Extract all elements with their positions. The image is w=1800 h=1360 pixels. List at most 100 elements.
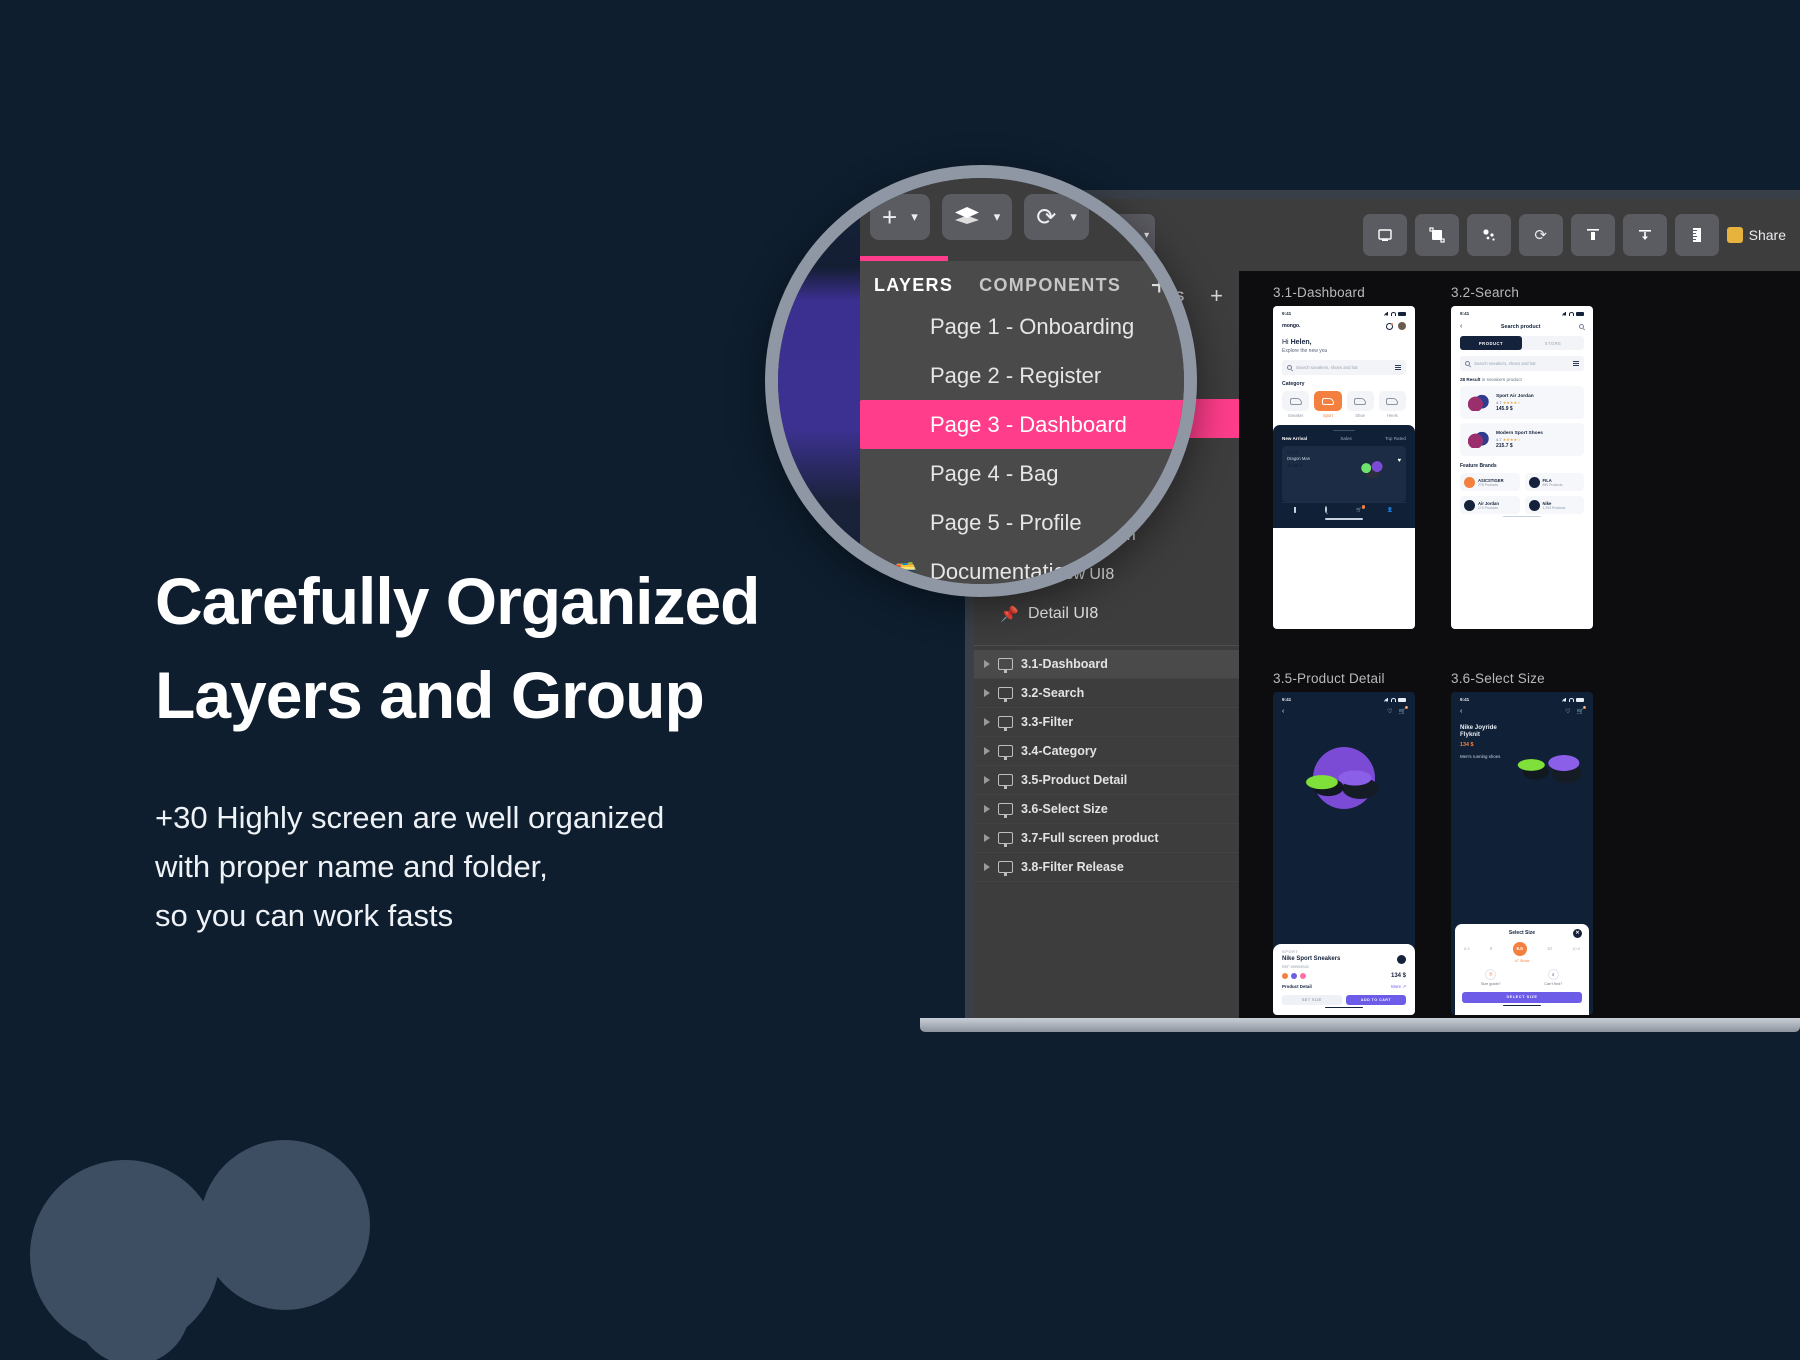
magnified-tab-components[interactable]: COMPONENTS: [979, 275, 1121, 296]
category-sneaker[interactable]: Sneaker: [1282, 391, 1310, 418]
chevron-right-icon[interactable]: [984, 718, 990, 726]
layer-row-3-3[interactable]: 3.3-Filter: [974, 708, 1239, 737]
search-input[interactable]: Search sneakers, shoes and hat: [1282, 360, 1406, 375]
layer-row-3-8[interactable]: 3.8-Filter Release: [974, 853, 1239, 882]
chevron-right-icon[interactable]: [984, 747, 990, 755]
notification-icon[interactable]: [1386, 322, 1393, 330]
body-line-1: +30 Highly screen are well organized: [155, 800, 665, 836]
brand-asicstiger[interactable]: ASICSTIGER 278 Products: [1460, 473, 1520, 491]
segment-store[interactable]: STORE: [1522, 336, 1584, 350]
ruler-button[interactable]: [1674, 214, 1719, 256]
size-option-9[interactable]: 9: [1490, 946, 1493, 951]
magnified-page-item-5[interactable]: Page 5 - Profile: [860, 498, 1184, 547]
brand-air-jordan[interactable]: Air Jordan 174 Products: [1460, 496, 1520, 514]
set-size-button[interactable]: SET SIZE: [1282, 994, 1342, 1005]
brand-row: mongo.: [1273, 318, 1415, 334]
add-to-cart-button[interactable]: ADD TO CART: [1346, 994, 1406, 1005]
favorite-icon[interactable]: ♡: [1565, 708, 1570, 715]
size-option-8-5[interactable]: 8.5: [1464, 946, 1470, 951]
frame-search[interactable]: 3.2-Search 9:41 ‹ Search product PRODUCT…: [1451, 285, 1593, 629]
nav-profile-icon[interactable]: 👤: [1387, 507, 1394, 514]
magnified-page-item-3-selected[interactable]: Page 3 - Dashboard: [860, 400, 1184, 449]
magnified-tab-layers[interactable]: LAYERS: [874, 275, 953, 296]
decor-circle-2: [200, 1140, 370, 1310]
nav-home-icon[interactable]: [1294, 507, 1301, 514]
search-icon[interactable]: [1578, 324, 1584, 329]
magnified-add-button[interactable]: + ▾: [870, 194, 930, 240]
brand-nike[interactable]: Nike 1,293 Products: [1524, 496, 1584, 514]
align-top-button[interactable]: [1570, 214, 1615, 256]
magnified-refresh-button[interactable]: ⟳ ▾: [1024, 194, 1089, 240]
page-item-detail-ui8[interactable]: 📌 Detail UI8: [974, 594, 1239, 633]
category-shoe[interactable]: Shoe: [1346, 391, 1374, 418]
tab-new-arrival[interactable]: New Arrival: [1282, 436, 1307, 441]
favorite-icon[interactable]: ♥: [1397, 458, 1401, 464]
back-icon[interactable]: ‹: [1460, 708, 1462, 715]
nav-search-icon[interactable]: [1325, 506, 1332, 514]
product-hero: [1273, 715, 1415, 840]
design-canvas[interactable]: 3.1-Dashboard 9:41 mongo. Hi Helen, Expl…: [1239, 271, 1800, 1030]
magnified-page-item-1[interactable]: Page 1 - Onboarding: [860, 302, 1184, 351]
size-guide-option[interactable]: ◎ Size guide?: [1462, 968, 1520, 986]
box-icon: 🗃️: [892, 561, 918, 583]
artboard-button[interactable]: [1362, 214, 1407, 256]
layer-row-3-1[interactable]: 3.1-Dashboard: [974, 650, 1239, 679]
back-icon[interactable]: ‹: [1460, 323, 1462, 330]
chevron-right-icon[interactable]: [984, 834, 990, 842]
magnified-layers-button[interactable]: ▾: [941, 194, 1013, 240]
detail-more-link[interactable]: More ↗: [1391, 984, 1406, 990]
layer-row-3-4[interactable]: 3.4-Category: [974, 737, 1239, 766]
close-icon[interactable]: ✕: [1573, 928, 1582, 938]
tab-top-rated[interactable]: Top Rated: [1385, 436, 1406, 441]
size-option-9-5-selected[interactable]: 9.5: [1512, 941, 1527, 956]
share-button[interactable]: Share: [1726, 227, 1786, 243]
swatch-pink[interactable]: [1300, 972, 1306, 979]
layer-row-3-6[interactable]: 3.6-Select Size: [974, 795, 1239, 824]
filter-icon[interactable]: [1395, 365, 1401, 370]
swatch-purple[interactable]: [1291, 972, 1297, 979]
distribute-button[interactable]: [1622, 214, 1667, 256]
chevron-right-icon[interactable]: [984, 863, 990, 871]
category-sport[interactable]: Sport: [1314, 391, 1342, 418]
magnified-page-item-4[interactable]: Page 4 - Bag: [860, 449, 1184, 498]
scatter-button[interactable]: [1466, 214, 1511, 256]
chevron-right-icon[interactable]: [984, 805, 990, 813]
result-item-2[interactable]: Modern Sport Shoes 4.7 ★★★★☆ 215.7 $: [1460, 423, 1584, 456]
mask-button[interactable]: [1414, 214, 1459, 256]
frame-select-size[interactable]: 3.6-Select Size 9:41 ‹ ♡ 🛒 3 Nike Joyrid…: [1451, 671, 1593, 1015]
body-line-2: with proper name and folder,: [155, 849, 548, 885]
back-icon[interactable]: ‹: [1282, 708, 1284, 715]
layer-row-3-2[interactable]: 3.2-Search: [974, 679, 1239, 708]
swatch-orange[interactable]: [1282, 972, 1288, 979]
size-option-10-5[interactable]: 10.5: [1572, 946, 1580, 951]
cart-icon[interactable]: 🛒 3: [1399, 706, 1408, 715]
cant-find-option[interactable]: ⌕ Can't find?: [1525, 968, 1583, 986]
frame-product-detail[interactable]: 3.5-Product Detail 9:41 ‹ ♡ 🛒 3 SPORT Ni…: [1273, 671, 1415, 1015]
frame-dashboard[interactable]: 3.1-Dashboard 9:41 mongo. Hi Helen, Expl…: [1273, 285, 1415, 629]
favorite-icon[interactable]: ♡: [1387, 708, 1392, 715]
category-heels[interactable]: Heels: [1378, 391, 1406, 418]
sheet-grabber[interactable]: [1333, 430, 1355, 432]
cart-icon[interactable]: 🛒 3: [1577, 706, 1586, 715]
result-item-1[interactable]: Sport Air Jordan 4.7 ★★★★☆ 145.9 $: [1460, 386, 1584, 419]
magnified-page-item-2[interactable]: Page 2 - Register: [860, 351, 1184, 400]
nav-cart-icon[interactable]: 🛒: [1356, 505, 1365, 514]
brand-fila[interactable]: FILA 890 Products: [1524, 473, 1584, 491]
layer-row-3-5[interactable]: 3.5-Product Detail: [974, 766, 1239, 795]
product-card[interactable]: FILA Dragon Man 10.69 $ ♥: [1282, 446, 1406, 503]
magnified-add-icon[interactable]: +: [1150, 270, 1168, 300]
segment-product[interactable]: PRODUCT: [1460, 336, 1522, 350]
tab-sales[interactable]: Sales: [1340, 436, 1352, 441]
rotate-button[interactable]: ⟳: [1518, 214, 1563, 256]
search-input[interactable]: Search sneakers, shoes and hat: [1460, 356, 1584, 371]
size-option-10[interactable]: 10: [1547, 946, 1552, 951]
filter-icon[interactable]: [1573, 361, 1579, 366]
product-detail-row[interactable]: Product Detail More ↗: [1282, 984, 1406, 990]
select-size-button[interactable]: SELECT SIZE: [1462, 991, 1582, 1003]
chevron-right-icon[interactable]: [984, 689, 990, 697]
chevron-right-icon[interactable]: [984, 776, 990, 784]
layer-row-3-7[interactable]: 3.7-Full screen product: [974, 824, 1239, 853]
chevron-right-icon[interactable]: [984, 660, 990, 668]
avatar[interactable]: [1398, 322, 1406, 330]
panel-add-icon[interactable]: +: [1210, 285, 1223, 307]
